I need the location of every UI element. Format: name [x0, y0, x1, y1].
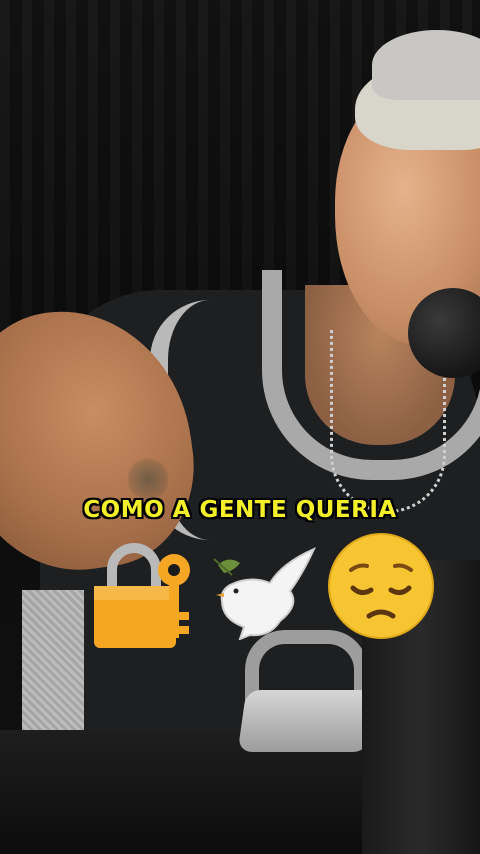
- cap: [372, 30, 480, 100]
- caption-text: COMO A GENTE QUERIA: [83, 497, 397, 523]
- smartphone-on-desk: [237, 690, 377, 752]
- lock-with-key-icon: [94, 543, 190, 648]
- pensive-face-icon: [328, 533, 434, 639]
- dove-icon: [213, 547, 317, 640]
- video-frame: COMO A GENTE QUERIA: [0, 0, 480, 854]
- arm-tattoo: [128, 455, 168, 503]
